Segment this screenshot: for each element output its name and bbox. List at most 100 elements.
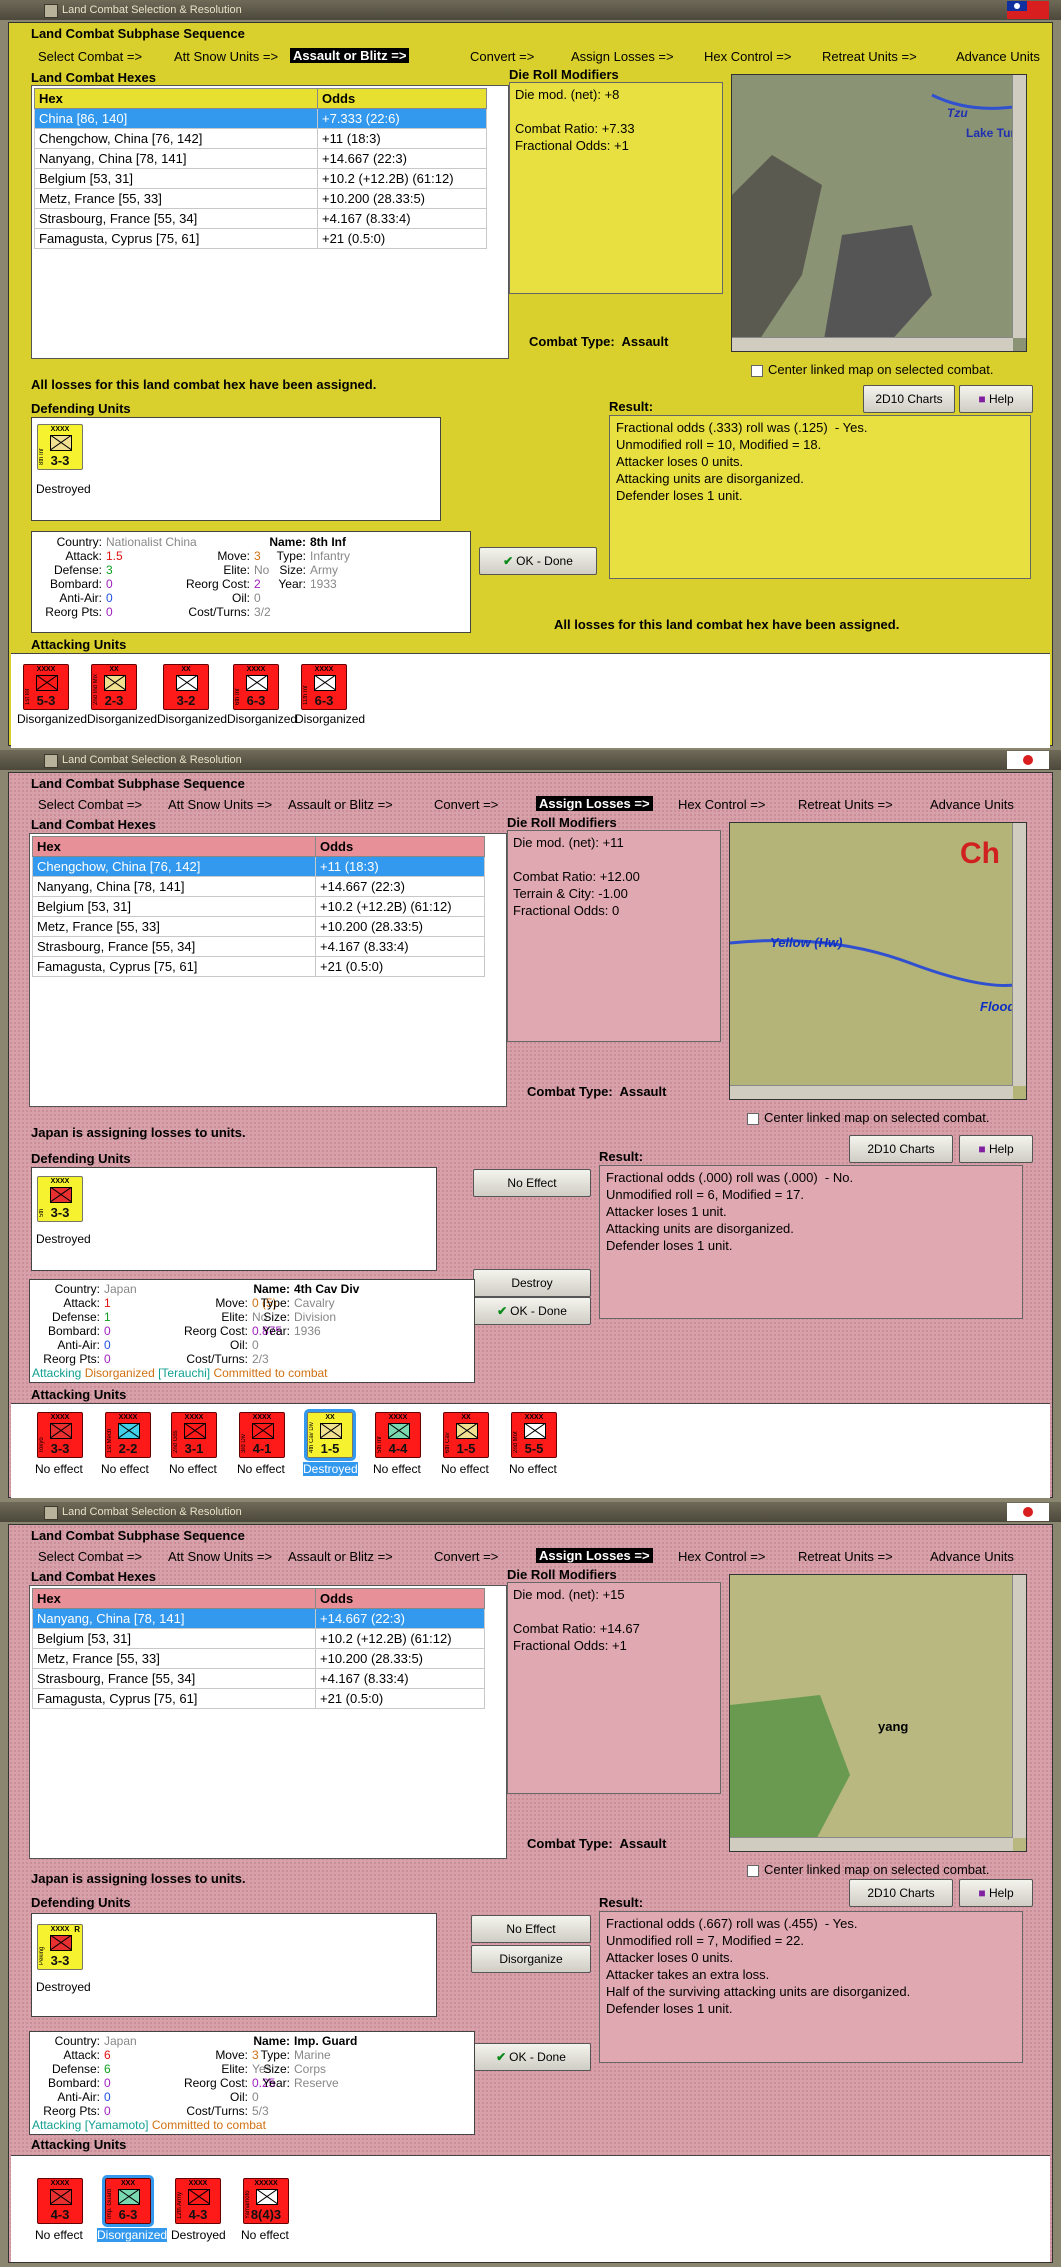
help-button[interactable]: ■ Help xyxy=(959,1879,1033,1907)
menu-select-combat[interactable]: Select Combat => xyxy=(38,1549,142,1564)
attacking-unit-counter[interactable]: XXXX 5th Inf 4-4 xyxy=(375,1412,421,1458)
charts-button[interactable]: 2D10 Charts xyxy=(863,385,955,413)
menu-att-snow-units[interactable]: Att Snow Units => xyxy=(168,797,272,812)
hex-row[interactable]: Metz, France [55, 33] +10.200 (28.33:5) xyxy=(34,188,487,209)
hex-row[interactable]: Nanyang, China [78, 141] +14.667 (22:3) xyxy=(32,1608,485,1629)
hex-row[interactable]: Strasbourg, France [55, 34] +4.167 (8.33:… xyxy=(34,208,487,229)
menu-select-combat[interactable]: Select Combat => xyxy=(38,49,142,64)
menu-advance-units[interactable]: Advance Units xyxy=(930,1549,1014,1564)
hex-row[interactable]: Famagusta, Cyprus [75, 61] +21 (0.5:0) xyxy=(32,1688,485,1709)
menu-att-snow-units[interactable]: Att Snow Units => xyxy=(174,49,278,64)
charts-button[interactable]: 2D10 Charts xyxy=(849,1135,953,1163)
attacking-unit-caption: No effect xyxy=(509,1462,557,1476)
hex-row[interactable]: Famagusta, Cyprus [75, 61] +21 (0.5:0) xyxy=(34,228,487,249)
hex-row[interactable]: Belgium [53, 31] +10.2 (+12.2B) (61:12) xyxy=(34,168,487,189)
center-map-checkbox[interactable]: Center linked map on selected combat. xyxy=(747,1110,989,1125)
map-horizontal-scrollbar[interactable] xyxy=(732,337,1013,351)
defending-unit-counter[interactable]: XXXX 5th 3-3 xyxy=(37,1176,83,1222)
menu-assault-or-blitz[interactable]: Assault or Blitz => xyxy=(288,1549,393,1564)
hex-row[interactable]: Belgium [53, 31] +10.2 (+12.2B) (61:12) xyxy=(32,896,485,917)
map-vertical-scrollbar[interactable] xyxy=(1012,75,1026,338)
attacking-unit-counter[interactable]: XX 2nd Ind Mix 2-3 xyxy=(91,664,137,710)
attacking-unit-counter[interactable]: XXXX 4-3 xyxy=(37,2178,83,2224)
menu-convert[interactable]: Convert => xyxy=(434,797,498,812)
title-bar[interactable]: Land Combat Selection & Resolution xyxy=(0,750,1061,770)
menu-convert[interactable]: Convert => xyxy=(470,49,534,64)
attacking-unit-caption: No effect xyxy=(441,1462,489,1476)
map-vertical-scrollbar[interactable] xyxy=(1012,823,1026,1086)
hex-row[interactable]: Nanyang, China [78, 141] +14.667 (22:3) xyxy=(34,148,487,169)
disorganize-button[interactable]: Disorganize xyxy=(471,1945,591,1973)
linked-map[interactable]: yang xyxy=(729,1574,1027,1852)
menu-hex-control[interactable]: Hex Control => xyxy=(704,49,791,64)
menu-assault-or-blitz[interactable]: Assault or Blitz => xyxy=(288,797,393,812)
bottom-status-message: All losses for this land combat hex have… xyxy=(554,617,900,632)
attacking-unit-counter[interactable]: XXXX Tokyo 3-3 xyxy=(37,1412,83,1458)
hex-row[interactable]: Nanyang, China [78, 141] +14.667 (22:3) xyxy=(32,876,485,897)
menu-assign-losses[interactable]: Assign Losses => xyxy=(536,1548,653,1563)
hex-table: Hex Odds China [86, 140] +7.333 (22:6) Che… xyxy=(34,88,487,249)
hex-row[interactable]: Chengchow, China [76, 142] +11 (18:3) xyxy=(32,856,485,877)
attacking-unit-counter[interactable]: XXXX 11th Inf 6-3 xyxy=(301,664,347,710)
menu-hex-control[interactable]: Hex Control => xyxy=(678,797,765,812)
menu-retreat-units[interactable]: Retreat Units => xyxy=(798,1549,893,1564)
result-label: Result: xyxy=(609,399,654,414)
ok-done-button[interactable]: ✔ OK - Done xyxy=(471,2043,591,2071)
menu-att-snow-units[interactable]: Att Snow Units => xyxy=(168,1549,272,1564)
hex-row[interactable]: Metz, France [55, 33] +10.200 (28.33:5) xyxy=(32,916,485,937)
ok-done-button[interactable]: ✔ OK - Done xyxy=(479,547,597,575)
attacking-unit-counter[interactable]: XXXX 1st Inf 5-3 xyxy=(23,664,69,710)
linked-map[interactable]: Tzu Lake Tun xyxy=(731,74,1027,352)
combat-window-2: Land Combat Selection & Resolution Land … xyxy=(0,750,1061,1502)
menu-assault-or-blitz[interactable]: Assault or Blitz => xyxy=(290,48,410,63)
attacking-unit-counter[interactable]: XX 4th Cav Div 1-5 xyxy=(304,1409,356,1461)
attacking-unit-counter[interactable]: XXXX 2nd Gds 3-1 xyxy=(171,1412,217,1458)
die-roll-modifiers-label: Die Roll Modifiers xyxy=(507,1567,617,1582)
title-bar[interactable]: Land Combat Selection & Resolution xyxy=(0,1502,1061,1522)
attacking-unit-counter[interactable]: XXXX 12th Army 4-3 xyxy=(175,2178,221,2224)
menu-assign-losses[interactable]: Assign Losses => xyxy=(536,796,653,811)
hex-row[interactable]: Chengchow, China [76, 142] +11 (18:3) xyxy=(34,128,487,149)
die-roll-modifiers-box: Die mod. (net): +11 Combat Ratio: +12.00… xyxy=(507,830,721,1042)
defending-unit-counter[interactable]: XXXX 8th Inf 3-3 xyxy=(37,424,83,470)
attacking-unit-counter[interactable]: XXXX 6th Inf 6-3 xyxy=(233,664,279,710)
attacking-unit-counter[interactable]: XXXX 2nd Mot 5-5 xyxy=(511,1412,557,1458)
hex-row[interactable]: Strasbourg, France [55, 34] +4.167 (8.33:… xyxy=(32,1668,485,1689)
help-button[interactable]: ■ Help xyxy=(959,385,1033,413)
menu-assign-losses[interactable]: Assign Losses => xyxy=(571,49,674,64)
menu-advance-units[interactable]: Advance Units xyxy=(956,49,1040,64)
map-vertical-scrollbar[interactable] xyxy=(1012,1575,1026,1838)
menu-retreat-units[interactable]: Retreat Units => xyxy=(822,49,917,64)
menu-retreat-units[interactable]: Retreat Units => xyxy=(798,797,893,812)
map-horizontal-scrollbar[interactable] xyxy=(730,1837,1013,1851)
hex-row[interactable]: Strasbourg, France [55, 34] +4.167 (8.33:… xyxy=(32,936,485,957)
hex-row[interactable]: Belgium [53, 31] +10.2 (+12.2B) (61:12) xyxy=(32,1628,485,1649)
menu-advance-units[interactable]: Advance Units xyxy=(930,797,1014,812)
map-horizontal-scrollbar[interactable] xyxy=(730,1085,1013,1099)
attacking-unit-counter[interactable]: XXXX 1st Mech 2-2 xyxy=(105,1412,151,1458)
charts-button[interactable]: 2D10 Charts xyxy=(849,1879,953,1907)
attacking-unit-counter[interactable]: XXXXX Yamamoto 8(4)3 xyxy=(243,2178,289,2224)
destroy-button[interactable]: Destroy xyxy=(473,1269,591,1297)
ok-done-button[interactable]: ✔ OK - Done xyxy=(473,1297,591,1325)
hex-row[interactable]: Famagusta, Cyprus [75, 61] +21 (0.5:0) xyxy=(32,956,485,977)
hex-row[interactable]: China [86, 140] +7.333 (22:6) xyxy=(34,108,487,129)
attacking-unit-counter[interactable]: XX 6th Cav 1-5 xyxy=(443,1412,489,1458)
defending-unit-counter[interactable]: XXXX R Peking 3-3 xyxy=(37,1924,83,1970)
center-map-checkbox[interactable]: Center linked map on selected combat. xyxy=(747,1862,989,1877)
menu-select-combat[interactable]: Select Combat => xyxy=(38,797,142,812)
defending-units-box: XXXX 5th 3-3 Destroyed xyxy=(31,1167,437,1271)
title-bar[interactable]: Land Combat Selection & Resolution xyxy=(0,0,1061,20)
menu-convert[interactable]: Convert => xyxy=(434,1549,498,1564)
attacking-unit-counter[interactable]: XXX Imp. Guard 6-3 xyxy=(102,2175,154,2227)
no-effect-button[interactable]: No Effect xyxy=(473,1169,591,1197)
attacking-units-strip: XXXX 4-3 No effect XXX Imp. Guard 6-3 Disor… xyxy=(11,2155,1050,2262)
center-map-checkbox[interactable]: Center linked map on selected combat. xyxy=(751,362,993,377)
help-button[interactable]: ■ Help xyxy=(959,1135,1033,1163)
no-effect-button[interactable]: No Effect xyxy=(471,1915,591,1943)
linked-map[interactable]: Yellow (Hw) Ch Flood xyxy=(729,822,1027,1100)
hex-row[interactable]: Metz, France [55, 33] +10.200 (28.33:5) xyxy=(32,1648,485,1669)
attacking-unit-counter[interactable]: XX 3-2 xyxy=(163,664,209,710)
attacking-unit-counter[interactable]: XXXX 3rd Div 4-1 xyxy=(239,1412,285,1458)
menu-hex-control[interactable]: Hex Control => xyxy=(678,1549,765,1564)
